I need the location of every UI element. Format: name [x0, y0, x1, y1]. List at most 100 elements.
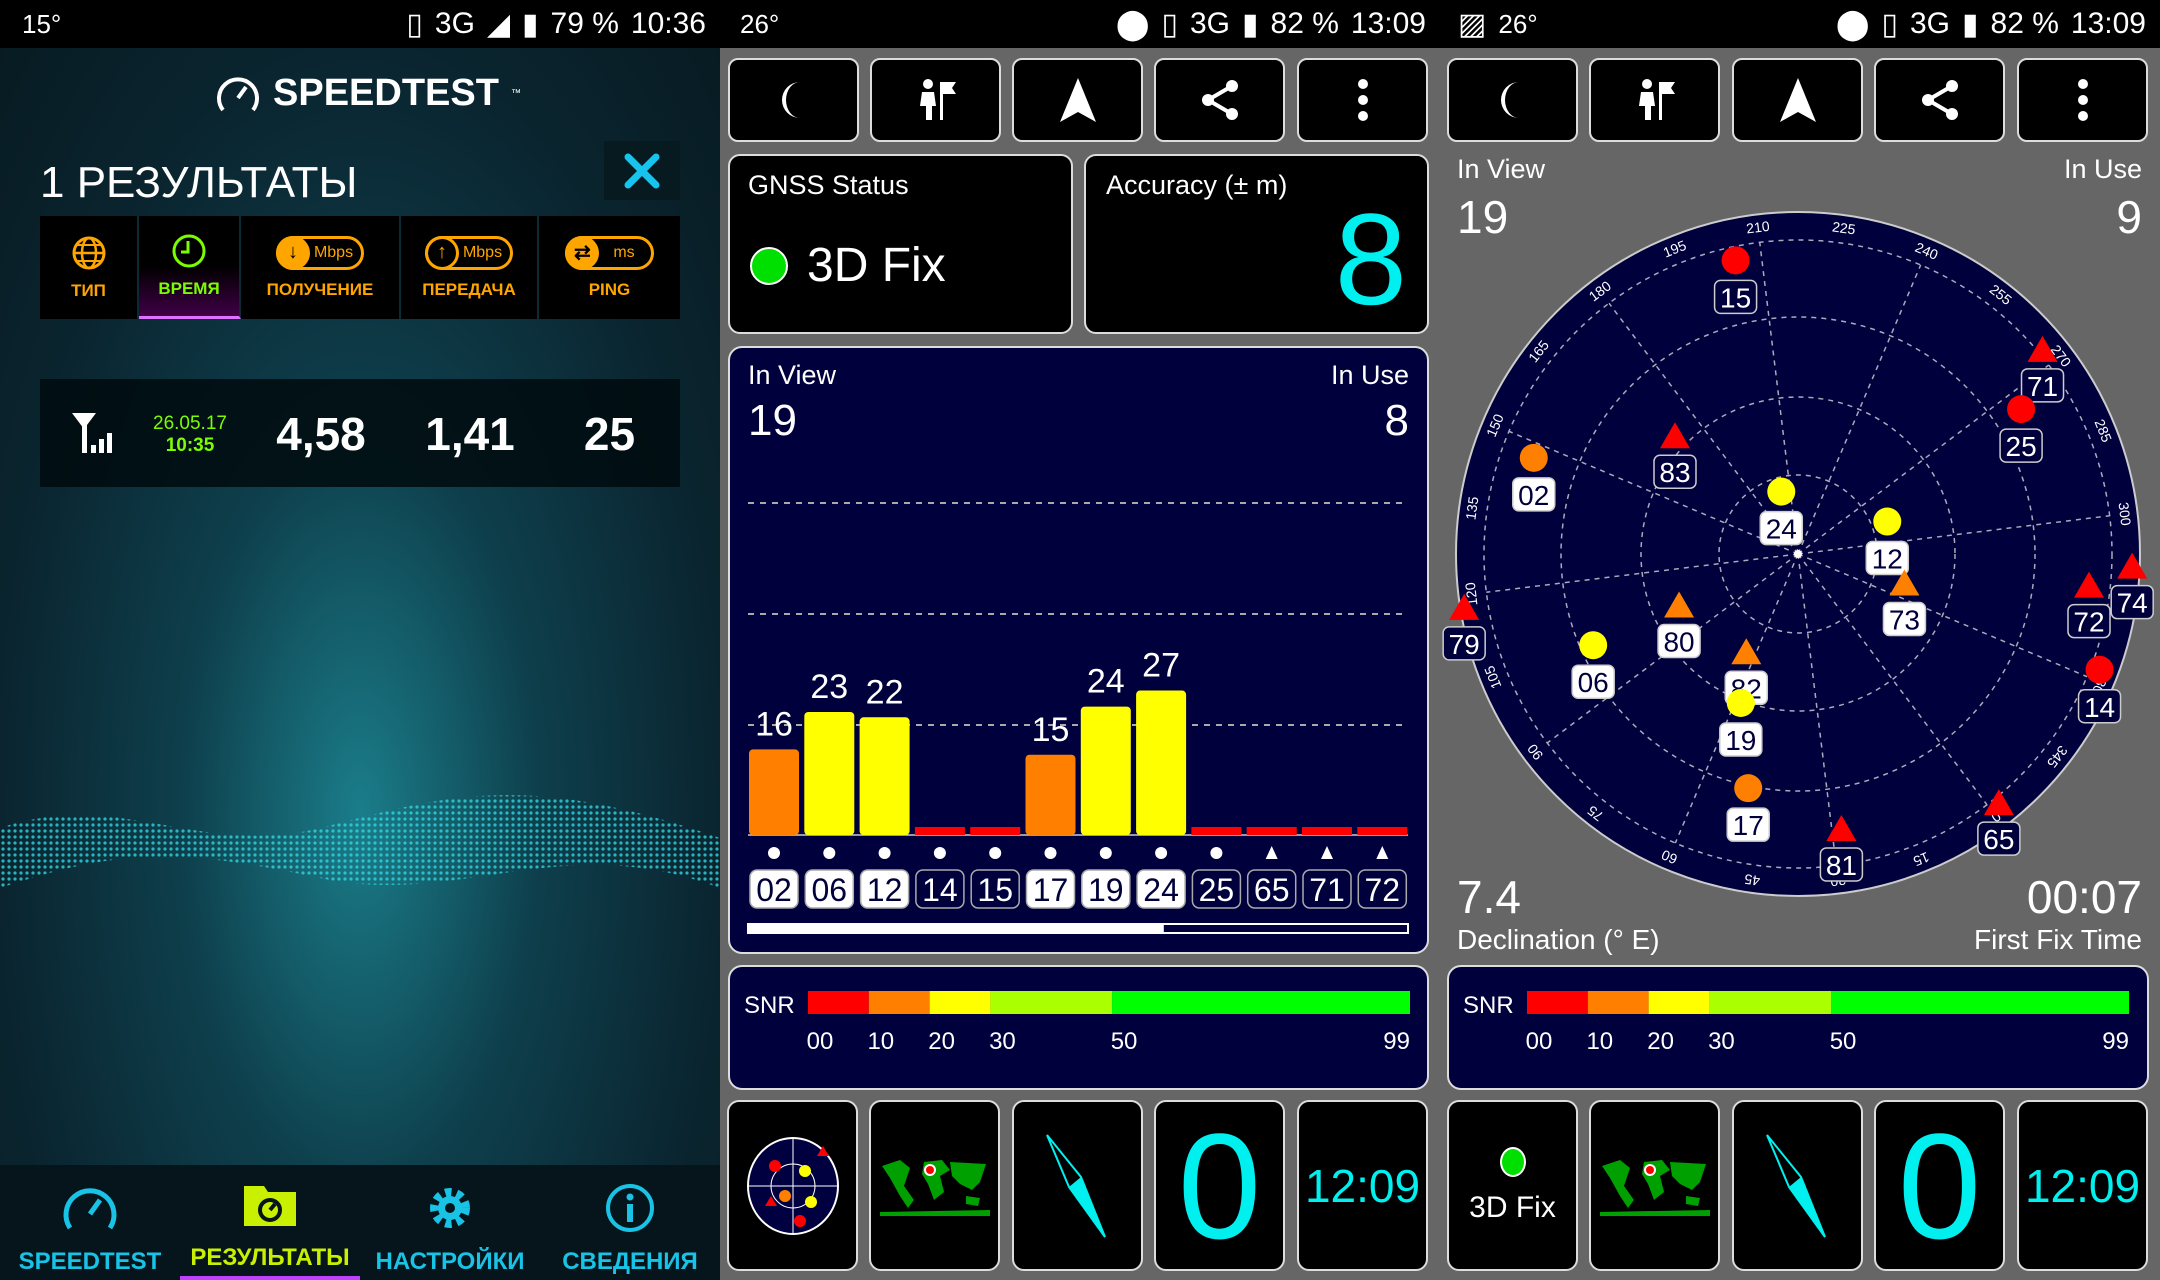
satellite-73-label: 73 [1889, 605, 1920, 636]
column-upload[interactable]: ↑ Mbps ПЕРЕДАЧА [401, 216, 539, 319]
declination-value: 7.4 [1457, 871, 1521, 923]
image-icon: ▨ [1458, 7, 1487, 41]
scroll-thumb[interactable] [748, 924, 1164, 933]
nav-about[interactable]: СВЕДЕНИЯ [540, 1165, 720, 1280]
satellite-02-marker [1519, 443, 1548, 472]
snr-tick: 30 [989, 1028, 1016, 1055]
nav-speedtest[interactable]: SPEEDTEST [0, 1165, 180, 1280]
location-icon: ⬤ [1835, 7, 1870, 41]
more-vert-button[interactable] [2017, 58, 2148, 142]
accuracy-card[interactable]: Accuracy (± m) 8 [1084, 154, 1429, 334]
constellation-circle-icon [1210, 847, 1223, 859]
navigation-arrow-button[interactable] [1732, 58, 1863, 142]
globe-icon [72, 236, 105, 269]
snr-tick: 20 [928, 1028, 955, 1055]
tile-speed[interactable]: 0 [1874, 1100, 2005, 1271]
battery-level: 82 % [1270, 7, 1339, 40]
signal-bar-panel[interactable]: In View 19 In Use 8 16 02 23 06 22 12 14 15 15 17… [728, 346, 1429, 954]
constellation-circle-icon [878, 847, 891, 859]
azimuth-label: 210 [1745, 218, 1770, 237]
clock-value: 12:09 [1304, 1159, 1421, 1212]
more-vert-button[interactable] [1297, 58, 1428, 142]
battery-level: 79 % [550, 7, 619, 40]
compass-arrow-icon [1045, 1133, 1106, 1238]
satellite-83-label: 83 [1659, 457, 1690, 488]
bar-value-label: 27 [1142, 647, 1180, 685]
gnss-status-card[interactable]: GNSS Status 3D Fix [728, 154, 1073, 334]
navigation-arrow-icon [1059, 78, 1096, 122]
moon-icon [1500, 82, 1519, 118]
snr-scale: SNR 00 10 20 30 50 99 [1463, 991, 2129, 1055]
snr-legend: SNR 00 10 20 30 50 99 [1447, 965, 2149, 1090]
result-row[interactable]: 26.05.17 10:35 4,58 1,41 25 [40, 379, 680, 487]
share-icon [1921, 80, 1958, 120]
satellite-id-14: 14 [922, 872, 958, 908]
moon-button[interactable] [1447, 58, 1578, 142]
tile-fix-status[interactable]: 3D Fix [1447, 1100, 1578, 1271]
tile-sky-view[interactable] [727, 1100, 858, 1271]
azimuth-label: 225 [1831, 218, 1857, 237]
tools-button[interactable] [604, 141, 680, 200]
constellation-triangle-icon [1376, 846, 1389, 859]
snr-scale: SNR 00 10 20 30 50 99 [744, 991, 1410, 1055]
ping-icon: ⇄ ms [565, 235, 654, 270]
snr-tick: 10 [867, 1028, 894, 1055]
nav-settings[interactable]: НАСТРОЙКИ [360, 1165, 540, 1280]
moon-button[interactable] [728, 58, 859, 142]
battery-icon: ▮ [522, 7, 539, 41]
clock-value: 12:09 [2024, 1159, 2141, 1212]
result-ping: 25 [583, 408, 636, 460]
snr-segment [1527, 991, 1588, 1014]
hiker-flag-button[interactable] [1589, 58, 1720, 142]
satellite-80-label: 80 [1663, 626, 1694, 657]
snr-label: SNR [744, 992, 795, 1019]
bar-value-label: 15 [1032, 711, 1070, 749]
satellite-06-label: 06 [1578, 667, 1609, 698]
results-folder-icon [244, 1186, 296, 1226]
nav-results[interactable]: РЕЗУЛЬТАТЫ [180, 1165, 360, 1280]
column-ping[interactable]: ⇄ ms PING [539, 216, 680, 319]
constellation-triangle-icon [1265, 846, 1278, 859]
tile-compass[interactable] [1012, 1100, 1143, 1271]
vibrate-icon: ▯ [1161, 7, 1178, 41]
snr-tick: 99 [1383, 1028, 1410, 1055]
snr-segment [1831, 991, 2129, 1014]
share-button[interactable] [1874, 58, 2005, 142]
hiker-flag-button[interactable] [870, 58, 1001, 142]
speedtest-logo: SPEEDTEST ™ [215, 72, 521, 115]
accuracy-value: 8 [1334, 186, 1407, 332]
snr-segment [868, 991, 930, 1014]
column-download[interactable]: ↓ Mbps ПОЛУЧЕНИЕ [241, 216, 401, 319]
tile-clock[interactable]: 12:09 [1297, 1100, 1428, 1271]
tile-clock[interactable]: 12:09 [2017, 1100, 2148, 1271]
sky-plot[interactable]: 0153045607590105120135150165180195210225… [1440, 190, 2160, 910]
result-time: 10:35 [165, 435, 215, 456]
satellite-14-marker [2085, 655, 2114, 684]
share-button[interactable] [1154, 58, 1285, 142]
tile-compass[interactable] [1732, 1100, 1863, 1271]
tile-map[interactable] [1589, 1100, 1720, 1271]
hiker-flag-icon [919, 79, 956, 120]
snr-bar-chart: 16 02 23 06 22 12 14 15 15 17 24 19 27 24 25 65 71 72 [747, 502, 1409, 934]
azimuth-label: 300 [2115, 501, 2134, 526]
bar-71 [1302, 827, 1352, 835]
bar-17 [1025, 754, 1076, 835]
snr-tick: 00 [807, 1028, 834, 1055]
column-type[interactable]: ТИП [40, 216, 139, 319]
network-type: 3G [1189, 7, 1231, 40]
constellation-circle-icon [1044, 847, 1057, 859]
column-time[interactable]: ВРЕМЯ [139, 216, 241, 319]
satellite-12-marker [1873, 507, 1902, 536]
result-date: 26.05.17 [153, 413, 227, 434]
snr-tick: 50 [1111, 1028, 1138, 1055]
satellite-id-15: 15 [977, 872, 1013, 908]
satellite-71-label: 71 [2027, 371, 2058, 402]
tile-map[interactable] [869, 1100, 1000, 1271]
satellite-id-19: 19 [1088, 872, 1124, 908]
azimuth-label: 135 [1462, 495, 1481, 521]
navigation-arrow-button[interactable] [1012, 58, 1143, 142]
bar-15 [970, 827, 1021, 835]
tile-speed[interactable]: 0 [1154, 1100, 1285, 1271]
bar-14 [914, 827, 965, 835]
signal-icon: ◢ [486, 7, 511, 41]
